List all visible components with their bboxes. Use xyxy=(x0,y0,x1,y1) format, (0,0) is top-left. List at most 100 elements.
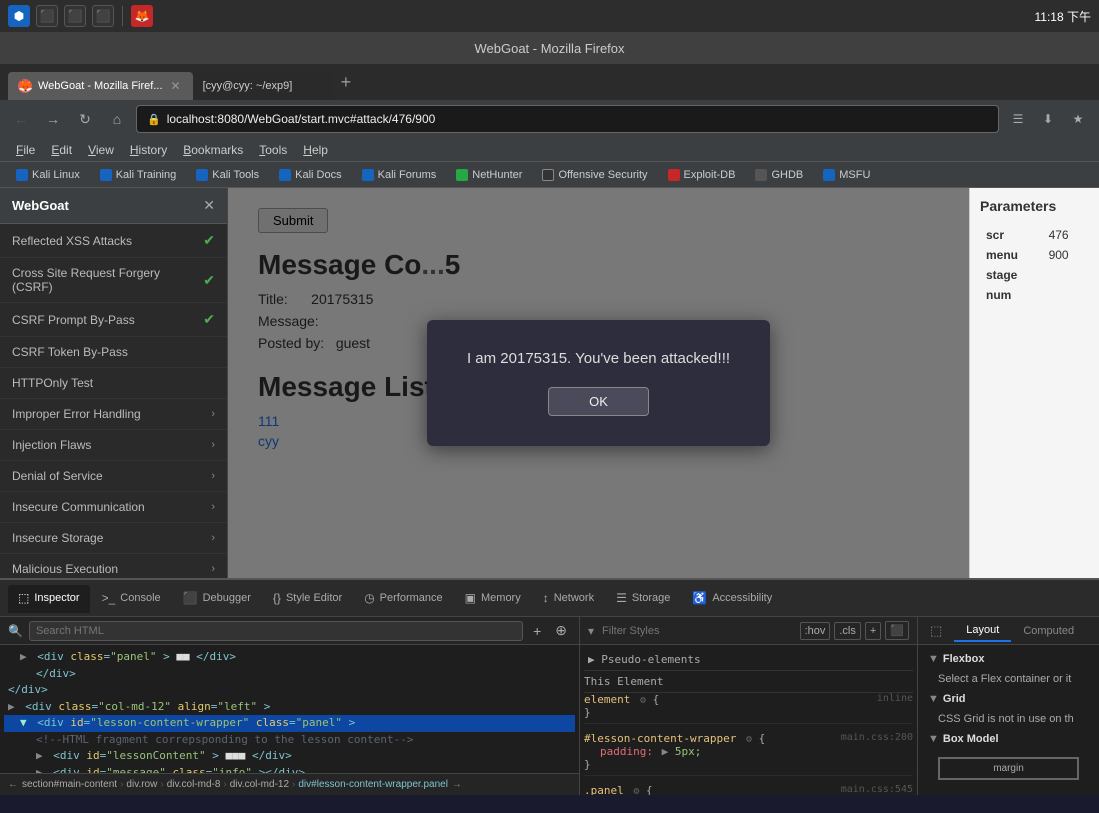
sidebar-item-injection[interactable]: Injection Flaws › xyxy=(0,430,227,461)
grid-section-header[interactable]: ▼ Grid xyxy=(922,689,1095,709)
box-model-section-header[interactable]: ▼ Box Model xyxy=(922,729,1095,749)
breadcrumb-div-row[interactable]: div.row xyxy=(126,779,157,790)
ghdb-label: GHDB xyxy=(771,169,803,181)
storage-tab-icon: ☰ xyxy=(616,591,627,605)
html-breadcrumb: ← section#main-content › div.row › div.c… xyxy=(0,773,579,795)
devtools-tab-inspector[interactable]: ⬚ Inspector xyxy=(8,585,90,613)
breadcrumb-section[interactable]: section#main-content xyxy=(22,779,117,790)
storage-tab-label: Storage xyxy=(632,592,671,604)
modal-overlay: I am 20175315. You've been attacked!!! O… xyxy=(228,188,969,578)
sidebar-item-csrf-token[interactable]: CSRF Token By-Pass xyxy=(0,337,227,368)
sidebar-item-error-handling[interactable]: Improper Error Handling › xyxy=(0,399,227,430)
sidebar-item-csrf-prompt[interactable]: CSRF Prompt By-Pass ✔ xyxy=(0,303,227,337)
sidebar-item-httponly[interactable]: HTTPOnly Test xyxy=(0,368,227,399)
devtools-tab-storage[interactable]: ☰ Storage xyxy=(606,585,680,611)
add-rule-btn[interactable]: + xyxy=(865,622,881,640)
pick-element-button[interactable]: ⊕ xyxy=(551,620,571,641)
pseudo-elements-section[interactable]: ▶ Pseudo-elements xyxy=(584,649,913,671)
back-button[interactable]: ← xyxy=(8,106,34,132)
html-line-5-selected: ▼ <div id="lesson-content-wrapper" class… xyxy=(4,715,575,732)
sidebar-close-button[interactable]: ✕ xyxy=(203,197,215,214)
sidebar-item-malicious-exec[interactable]: Malicious Execution › xyxy=(0,554,227,578)
menu-bookmarks[interactable]: Bookmarks xyxy=(175,141,251,159)
browser-tab-terminal[interactable]: [cyy@cyy: ~/exp9] xyxy=(193,72,333,100)
home-button[interactable]: ⌂ xyxy=(104,106,130,132)
sidebar-item-malicious-exec-arrow: › xyxy=(211,563,215,575)
browser-tab-webgoat[interactable]: 🦊 WebGoat - Mozilla Firef... ✕ xyxy=(8,72,193,100)
exploitdb-icon xyxy=(668,169,680,181)
breadcrumb-arrow-right[interactable]: → xyxy=(452,779,462,790)
sidebar-item-dos[interactable]: Denial of Service › xyxy=(0,461,227,492)
style-prop-padding: padding: ▶ 5px; xyxy=(584,745,913,758)
layout-tab-expand-btn[interactable]: ⬚ xyxy=(918,619,954,643)
taskbar-icon-3[interactable]: ⬛ xyxy=(64,5,86,27)
filter-styles-input[interactable] xyxy=(598,623,796,639)
tab-close-button[interactable]: ✕ xyxy=(169,77,183,95)
pocket-btn[interactable]: ⬇ xyxy=(1035,106,1061,132)
taskbar-icon-2[interactable]: ⬛ xyxy=(36,5,58,27)
collapse-icon-1[interactable]: ▶ xyxy=(20,650,27,663)
devtools-tab-network[interactable]: ↕ Network xyxy=(533,585,604,611)
menu-view[interactable]: View xyxy=(80,141,122,159)
modal-ok-button[interactable]: OK xyxy=(548,387,649,416)
taskbar-firefox-icon[interactable]: 🦊 xyxy=(131,5,153,27)
devtools-tab-performance[interactable]: ◷ Performance xyxy=(354,585,452,611)
gear-icon-element[interactable]: ⚙ xyxy=(640,695,646,706)
sidebar-item-insecure-comm[interactable]: Insecure Communication › xyxy=(0,492,227,523)
param-key-scr: scr xyxy=(982,226,1043,244)
star-btn[interactable]: ★ xyxy=(1065,106,1091,132)
kali-training-icon xyxy=(100,169,112,181)
sidebar-item-insecure-storage[interactable]: Insecure Storage › xyxy=(0,523,227,554)
taskbar-icon-4[interactable]: ⬛ xyxy=(92,5,114,27)
accessibility-tab-label: Accessibility xyxy=(712,592,772,604)
devtools-tab-memory[interactable]: ▣ Memory xyxy=(455,585,531,611)
sidebar-item-csrf[interactable]: Cross Site Request Forgery (CSRF) ✔ xyxy=(0,258,227,303)
gear-icon-lesson[interactable]: ⚙ xyxy=(746,734,752,745)
menu-history[interactable]: History xyxy=(122,141,175,159)
grid-content-text: CSS Grid is not in use on th xyxy=(938,713,1074,725)
devtools: ⬚ Inspector >_ Console ⬛ Debugger {} Sty… xyxy=(0,578,1099,795)
breadcrumb-arrow-left[interactable]: ← xyxy=(8,779,18,790)
menu-tools[interactable]: Tools xyxy=(251,141,295,159)
hov-btn[interactable]: :hov xyxy=(800,622,831,640)
devtools-tab-accessibility[interactable]: ♿ Accessibility xyxy=(682,585,782,611)
layout-tab-layout[interactable]: Layout xyxy=(954,620,1011,642)
bookmark-kali-training[interactable]: Kali Training xyxy=(92,167,185,183)
devtools-tab-debugger[interactable]: ⬛ Debugger xyxy=(173,585,261,611)
menu-help[interactable]: Help xyxy=(295,141,336,159)
breadcrumb-div-col-md-8[interactable]: div.col-md-8 xyxy=(167,779,221,790)
bookmark-ghdb[interactable]: GHDB xyxy=(747,167,811,183)
params-panel: Parameters scr 476 menu 900 stage num xyxy=(969,188,1099,578)
bookmark-kali-docs[interactable]: Kali Docs xyxy=(271,167,349,183)
html-line-3: </div> xyxy=(4,682,575,699)
menu-file[interactable]: File xyxy=(8,141,43,159)
gear-icon-panel[interactable]: ⚙ xyxy=(633,786,639,795)
taskbar-icon-1[interactable]: ⬢ xyxy=(8,5,30,27)
breadcrumb-div-col-md-12[interactable]: div.col-md-12 xyxy=(230,779,289,790)
copy-rule-btn[interactable]: ⬛ xyxy=(885,621,909,640)
breadcrumb-lesson-wrapper[interactable]: div#lesson-content-wrapper.panel xyxy=(298,779,448,790)
layout-tab-computed[interactable]: Computed xyxy=(1011,621,1086,641)
forward-button[interactable]: → xyxy=(40,106,66,132)
search-html-input[interactable] xyxy=(29,621,523,641)
cls-btn[interactable]: .cls xyxy=(834,622,861,640)
bookmark-offsec[interactable]: Offensive Security xyxy=(534,167,655,183)
reload-button[interactable]: ↻ xyxy=(72,106,98,132)
bookmark-msfu[interactable]: MSFU xyxy=(815,167,878,183)
bookmark-kali-tools[interactable]: Kali Tools xyxy=(188,167,267,183)
devtools-tab-style-editor[interactable]: {} Style Editor xyxy=(263,585,352,611)
kali-forums-label: Kali Forums xyxy=(378,169,437,181)
bookmark-exploitdb[interactable]: Exploit-DB xyxy=(660,167,744,183)
url-bar[interactable]: 🔒 localhost:8080/WebGoat/start.mvc#attac… xyxy=(136,105,999,133)
add-node-button[interactable]: + xyxy=(529,621,545,641)
new-tab-button[interactable]: + xyxy=(341,73,352,91)
menu-edit[interactable]: Edit xyxy=(43,141,80,159)
sidebar-item-reflected-xss[interactable]: Reflected XSS Attacks ✔ xyxy=(0,224,227,258)
bookmark-kali-linux[interactable]: Kali Linux xyxy=(8,167,88,183)
bookmark-kali-forums[interactable]: Kali Forums xyxy=(354,167,445,183)
flexbox-section-header[interactable]: ▼ Flexbox xyxy=(922,649,1095,669)
bookmarks-btn[interactable]: ☰ xyxy=(1005,106,1031,132)
bookmark-nethunter[interactable]: NetHunter xyxy=(448,167,530,183)
devtools-tab-console[interactable]: >_ Console xyxy=(92,585,171,611)
browser-title-bar: WebGoat - Mozilla Firefox xyxy=(0,32,1099,64)
